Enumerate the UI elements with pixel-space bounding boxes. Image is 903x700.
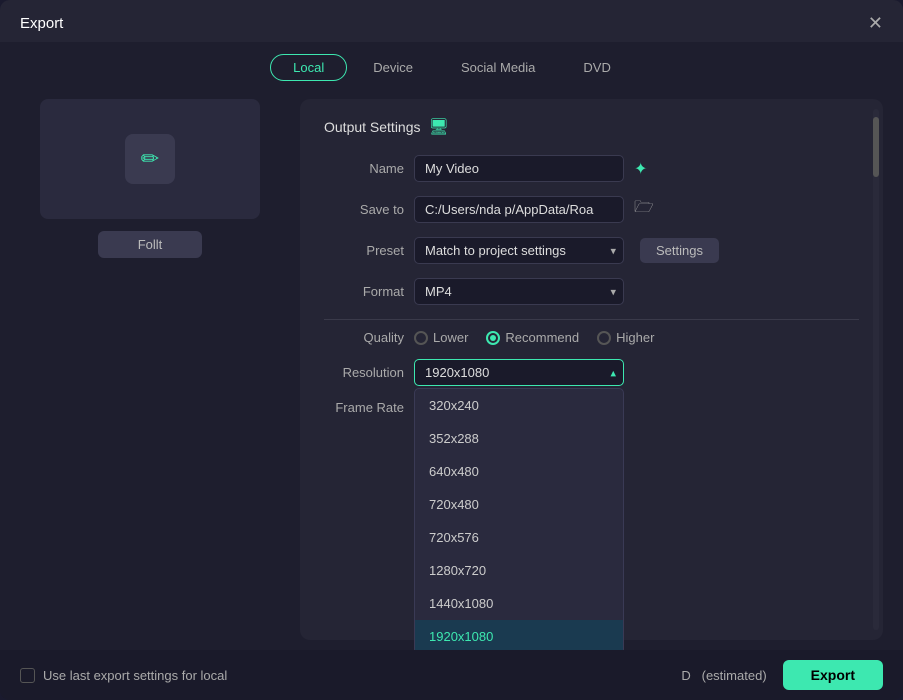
format-label: Format xyxy=(324,284,404,299)
name-label: Name xyxy=(324,161,404,176)
preset-select[interactable]: Match to project settings xyxy=(414,237,624,264)
ai-icon: ✦ xyxy=(634,161,647,178)
quality-radio-higher xyxy=(597,331,611,345)
name-input[interactable] xyxy=(414,155,624,182)
name-row: Name ✦ xyxy=(324,155,859,182)
resolution-option-1440x1080[interactable]: 1440x1080 xyxy=(415,587,623,620)
tab-dvd[interactable]: DVD xyxy=(561,54,632,81)
preset-select-wrap: Match to project settings ▾ xyxy=(414,237,624,264)
tab-social-media[interactable]: Social Media xyxy=(439,54,557,81)
left-panel: ✏ Follt xyxy=(20,99,280,640)
scrollbar-thumb xyxy=(873,117,879,177)
last-settings-checkbox[interactable] xyxy=(20,668,35,683)
format-select[interactable]: MP4 xyxy=(414,278,624,305)
resolution-dropdown: 320x240 352x288 640x480 720x480 720x576 … xyxy=(414,388,624,650)
section-title-text: Output Settings xyxy=(324,119,421,135)
save-to-input[interactable] xyxy=(414,196,624,223)
resolution-select-wrap: 1920x1080 ▴ 320x240 352x288 640x480 720x… xyxy=(414,359,624,386)
divider xyxy=(324,319,859,320)
tab-device[interactable]: Device xyxy=(351,54,435,81)
right-panel: Output Settings 🖥 Name ✦ Save to 🗁 xyxy=(300,99,883,640)
section-title: Output Settings 🖥 xyxy=(324,117,859,137)
resolution-option-352x288[interactable]: 352x288 xyxy=(415,422,623,455)
close-button[interactable]: ✕ xyxy=(868,14,883,32)
checkbox-row: Use last export settings for local xyxy=(20,668,227,683)
content-area: ✏ Follt Output Settings 🖥 Name ✦ Save to xyxy=(0,89,903,650)
resolution-option-720x576[interactable]: 720x576 xyxy=(415,521,623,554)
bottom-right: D (estimated) Export xyxy=(681,660,883,690)
title-bar: Export ✕ xyxy=(0,0,903,42)
quality-option-recommend[interactable]: Recommend xyxy=(486,330,579,345)
save-to-label: Save to xyxy=(324,202,404,217)
export-dialog: Export ✕ Local Device Social Media DVD ✏… xyxy=(0,0,903,700)
resolution-row: Resolution 1920x1080 ▴ 320x240 352x288 6… xyxy=(324,359,859,386)
dialog-title: Export xyxy=(20,15,63,32)
quality-radio-recommend xyxy=(486,331,500,345)
scrollbar[interactable] xyxy=(873,109,879,630)
quality-option-higher[interactable]: Higher xyxy=(597,330,654,345)
folder-button[interactable]: 🗁 xyxy=(634,196,654,223)
quality-label-recommend: Recommend xyxy=(505,330,579,345)
resolution-option-320x240[interactable]: 320x240 xyxy=(415,389,623,422)
quality-radio-lower xyxy=(414,331,428,345)
resolution-option-1280x720[interactable]: 1280x720 xyxy=(415,554,623,587)
settings-button[interactable]: Settings xyxy=(640,238,719,263)
save-to-row: Save to 🗁 xyxy=(324,196,859,223)
quality-options: Lower Recommend Higher xyxy=(414,330,654,345)
resolution-option-720x480[interactable]: 720x480 xyxy=(415,488,623,521)
bottom-bar: Use last export settings for local D (es… xyxy=(0,650,903,700)
resolution-value: 1920x1080 xyxy=(425,365,489,380)
preview-icon: ✏ xyxy=(125,134,175,184)
folder-icon: 🗁 xyxy=(634,199,654,216)
tab-local[interactable]: Local xyxy=(270,54,347,81)
settings-icon: 🖥 xyxy=(429,117,449,137)
preview-box: ✏ xyxy=(40,99,260,219)
edit-button[interactable]: Follt xyxy=(98,231,203,258)
resolution-select-display[interactable]: 1920x1080 xyxy=(414,359,624,386)
quality-option-lower[interactable]: Lower xyxy=(414,330,468,345)
ai-button[interactable]: ✦ xyxy=(634,159,647,179)
resolution-option-640x480[interactable]: 640x480 xyxy=(415,455,623,488)
format-select-wrap: MP4 ▾ xyxy=(414,278,624,305)
export-button[interactable]: Export xyxy=(783,660,883,690)
quality-label-higher: Higher xyxy=(616,330,654,345)
quality-row: Quality Lower Recommend Higher xyxy=(324,330,859,345)
preset-row: Preset Match to project settings ▾ Setti… xyxy=(324,237,859,264)
frame-rate-label: Frame Rate xyxy=(324,400,404,415)
resolution-option-1920x1080[interactable]: 1920x1080 xyxy=(415,620,623,650)
tabs-row: Local Device Social Media DVD xyxy=(0,42,903,89)
quality-label: Quality xyxy=(324,330,404,345)
estimated-label: D (estimated) xyxy=(681,668,766,683)
format-row: Format MP4 ▾ xyxy=(324,278,859,305)
resolution-label: Resolution xyxy=(324,365,404,380)
last-settings-label: Use last export settings for local xyxy=(43,668,227,683)
preset-label: Preset xyxy=(324,243,404,258)
quality-label-lower: Lower xyxy=(433,330,468,345)
